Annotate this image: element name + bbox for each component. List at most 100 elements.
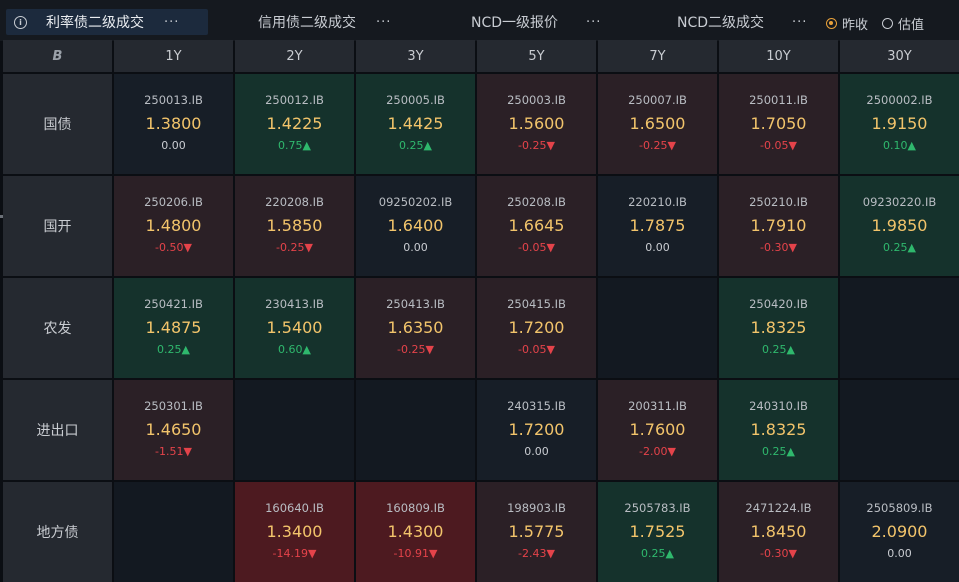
bond-quote-cell[interactable]: 250005.IB 1.4425 0.25▲ [356, 74, 475, 174]
bond-yield: 1.5850 [266, 216, 323, 235]
column-header-30y[interactable]: 30Y [840, 40, 959, 72]
radio-prev-close[interactable]: 昨收 [826, 14, 868, 33]
tab-ncd-secondary[interactable]: NCD二级成交 ··· [677, 9, 807, 35]
bond-quote-cell[interactable]: 250003.IB 1.5600 -0.25▼ [477, 74, 596, 174]
bond-quote-cell[interactable]: 250208.IB 1.6645 -0.05▼ [477, 176, 596, 276]
bond-quote-cell[interactable]: 250415.IB 1.7200 -0.05▼ [477, 278, 596, 378]
bond-code: 2505809.IB [866, 501, 933, 515]
bond-quote-cell[interactable]: 250007.IB 1.6500 -0.25▼ [598, 74, 717, 174]
price-basis-radio-group: 昨收 估值 [826, 14, 938, 33]
yield-change: 0.25▲ [399, 139, 432, 152]
radio-label: 估值 [898, 17, 925, 33]
yield-change: -0.05▼ [760, 139, 797, 152]
tab-rate-bond-secondary[interactable]: i 利率债二级成交 ··· [6, 9, 208, 35]
bond-yield: 1.4875 [145, 318, 202, 337]
bond-quote-cell[interactable]: 09250202.IB 1.6400 0.00 [356, 176, 475, 276]
bond-yield: 1.4800 [145, 216, 202, 235]
column-header-10y[interactable]: 10Y [719, 40, 838, 72]
more-options-icon[interactable]: ··· [164, 15, 179, 30]
tab-credit-bond-secondary[interactable]: 信用债二级成交 ··· [258, 9, 391, 35]
column-header-3y[interactable]: 3Y [356, 40, 475, 72]
yield-change: -0.05▼ [518, 241, 555, 254]
bond-code: 198903.IB [507, 501, 566, 515]
bond-quote-cell[interactable]: 2505809.IB 2.0900 0.00 [840, 482, 959, 582]
yield-change: -2.00▼ [639, 445, 676, 458]
bond-yield: 1.7910 [750, 216, 807, 235]
empty-cell [235, 380, 354, 480]
bond-yield: 1.4650 [145, 420, 202, 439]
bond-quote-cell[interactable]: 250420.IB 1.8325 0.25▲ [719, 278, 838, 378]
radio-selected-icon[interactable] [826, 17, 837, 29]
bond-yield: 1.6350 [387, 318, 444, 337]
bond-quote-cell[interactable]: 250301.IB 1.4650 -1.51▼ [114, 380, 233, 480]
bond-quote-cell[interactable]: 250210.IB 1.7910 -0.30▼ [719, 176, 838, 276]
bond-quote-cell[interactable]: 250011.IB 1.7050 -0.05▼ [719, 74, 838, 174]
column-header-2y[interactable]: 2Y [235, 40, 354, 72]
bond-quote-cell[interactable]: 250206.IB 1.4800 -0.50▼ [114, 176, 233, 276]
bond-code: 250421.IB [144, 297, 203, 311]
yield-change: 0.10▲ [883, 139, 916, 152]
bond-code: 250210.IB [749, 195, 808, 209]
yield-change: 0.60▲ [278, 343, 311, 356]
bond-quote-cell[interactable]: 240310.IB 1.8325 0.25▲ [719, 380, 838, 480]
bond-code: 09230220.IB [862, 195, 937, 209]
bond-code: 250013.IB [144, 93, 203, 107]
yield-change: -0.30▼ [760, 547, 797, 560]
bond-yield: 1.7200 [508, 420, 565, 439]
bond-code: 250208.IB [507, 195, 566, 209]
bond-yield: 1.4425 [387, 114, 444, 133]
yield-change: -10.91▼ [393, 547, 438, 560]
bond-quote-cell[interactable]: 230413.IB 1.5400 0.60▲ [235, 278, 354, 378]
bond-quote-cell[interactable]: 250413.IB 1.6350 -0.25▼ [356, 278, 475, 378]
yield-change: 0.00 [403, 241, 428, 254]
bond-quote-cell[interactable]: 220210.IB 1.7875 0.00 [598, 176, 717, 276]
bond-code: 09250202.IB [378, 195, 453, 209]
bond-code: 230413.IB [265, 297, 324, 311]
bond-code: 250003.IB [507, 93, 566, 107]
bond-quote-cell[interactable]: 2471224.IB 1.8450 -0.30▼ [719, 482, 838, 582]
yield-change: 0.25▲ [157, 343, 190, 356]
radio-unselected-icon[interactable] [882, 17, 894, 29]
bond-quote-cell[interactable]: 198903.IB 1.5775 -2.43▼ [477, 482, 596, 582]
column-header-5y[interactable]: 5Y [477, 40, 596, 72]
more-options-icon[interactable]: ··· [376, 15, 391, 30]
bond-yield: 1.3800 [145, 114, 202, 133]
row-header: 农发 [3, 278, 112, 378]
bond-yield: 1.5600 [508, 114, 565, 133]
bond-quote-cell[interactable]: 220208.IB 1.5850 -0.25▼ [235, 176, 354, 276]
bond-code: 250012.IB [265, 93, 324, 107]
bond-code: 2471224.IB [745, 501, 812, 515]
yield-change: 0.00 [161, 139, 186, 152]
yield-change: -0.25▼ [397, 343, 434, 356]
yield-change: -0.25▼ [639, 139, 676, 152]
bond-quote-cell[interactable]: 250013.IB 1.3800 0.00 [114, 74, 233, 174]
empty-cell [840, 278, 959, 378]
bond-code: 250301.IB [144, 399, 203, 413]
bond-code: 250413.IB [386, 297, 445, 311]
bond-quote-cell[interactable]: 2500002.IB 1.9150 0.10▲ [840, 74, 959, 174]
column-header-1y[interactable]: 1Y [114, 40, 233, 72]
bond-yield: 1.8450 [750, 522, 807, 541]
column-header-7y[interactable]: 7Y [598, 40, 717, 72]
tab-ncd-primary-quote[interactable]: NCD一级报价 ··· [471, 9, 601, 35]
bond-code: 250011.IB [749, 93, 808, 107]
more-options-icon[interactable]: ··· [792, 15, 807, 30]
empty-cell [840, 380, 959, 480]
yield-change: 0.00 [887, 547, 912, 560]
bond-quote-cell[interactable]: 2505783.IB 1.7525 0.25▲ [598, 482, 717, 582]
info-icon[interactable]: i [14, 15, 27, 29]
bond-quote-cell[interactable]: 240315.IB 1.7200 0.00 [477, 380, 596, 480]
bond-quote-cell[interactable]: 250012.IB 1.4225 0.75▲ [235, 74, 354, 174]
bond-code: 250415.IB [507, 297, 566, 311]
bond-quote-cell[interactable]: 160640.IB 1.3400 -14.19▼ [235, 482, 354, 582]
bond-quote-cell[interactable]: 160809.IB 1.4300 -10.91▼ [356, 482, 475, 582]
bond-quote-cell[interactable]: 250421.IB 1.4875 0.25▲ [114, 278, 233, 378]
bond-code: 250206.IB [144, 195, 203, 209]
bond-quote-cell[interactable]: 09230220.IB 1.9850 0.25▲ [840, 176, 959, 276]
bond-quote-cell[interactable]: 200311.IB 1.7600 -2.00▼ [598, 380, 717, 480]
corner-logo-icon: B [3, 40, 112, 72]
bond-yield: 1.7050 [750, 114, 807, 133]
more-options-icon[interactable]: ··· [586, 15, 601, 30]
radio-valuation[interactable]: 估值 [882, 14, 924, 33]
tab-bar: i 利率债二级成交 ··· 信用债二级成交 ··· NCD一级报价 ··· NC… [0, 0, 959, 42]
